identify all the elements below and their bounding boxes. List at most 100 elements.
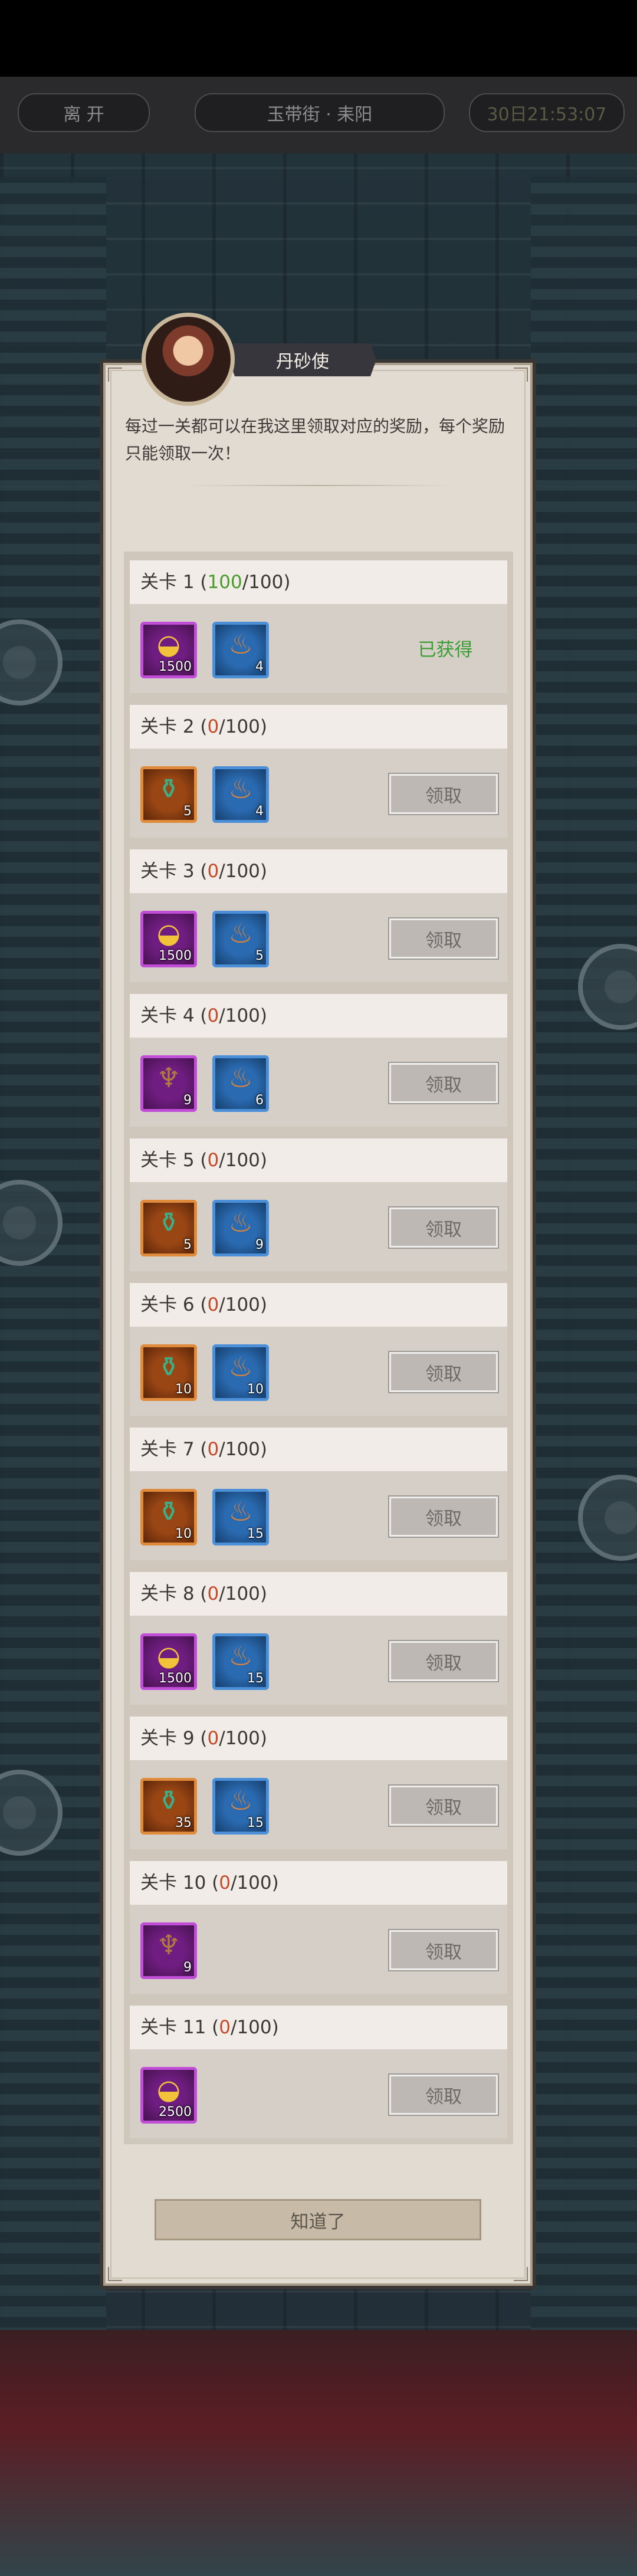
level-progress: 0: [207, 1005, 219, 1026]
reward-item[interactable]: ◒ 2500: [140, 2067, 197, 2124]
level-progress: 0: [207, 1439, 219, 1460]
reward-item[interactable]: ⚱ 35: [140, 1778, 197, 1835]
level-progress: 0: [207, 1583, 219, 1604]
pouch-icon: ♨: [228, 1062, 253, 1094]
level-progress: 0: [219, 1872, 231, 1894]
reward-item[interactable]: ♨ 10: [212, 1344, 269, 1401]
claim-button[interactable]: 领取: [389, 1930, 498, 1970]
level-card: 关卡 8 (0/100) ◒ 1500 ♨ 15 领取: [130, 1572, 507, 1705]
reward-item[interactable]: ♨ 9: [212, 1200, 269, 1256]
reward-quantity: 4: [255, 659, 264, 674]
pouch-icon: ♨: [228, 628, 253, 660]
incense-burner-icon: ♆: [156, 1929, 181, 1961]
reward-item[interactable]: ◒ 1500: [140, 1633, 197, 1690]
reward-item[interactable]: ◒ 1500: [140, 622, 197, 678]
gold-ingot-icon: ◒: [156, 917, 181, 949]
level-label: 关卡 11: [140, 2017, 206, 2038]
level-rewards: ♆ 9 领取: [130, 1905, 507, 1994]
reward-item[interactable]: ◒ 1500: [140, 911, 197, 967]
level-title: 关卡 7 (0/100): [130, 1428, 507, 1471]
claim-button[interactable]: 领取: [389, 1786, 498, 1826]
reward-item[interactable]: ♨ 15: [212, 1633, 269, 1690]
level-title: 关卡 2 (0/100): [130, 705, 507, 749]
claim-button[interactable]: 领取: [389, 1497, 498, 1537]
reward-quantity: 5: [255, 949, 264, 963]
background-courtyard: [0, 2330, 637, 2576]
level-card: 关卡 11 (0/100) ◒ 2500 领取: [130, 2006, 507, 2138]
level-rewards: ◒ 1500 ♨ 4 已获得: [130, 604, 507, 693]
level-title: 关卡 9 (0/100): [130, 1717, 507, 1760]
reward-item[interactable]: ♨ 4: [212, 766, 269, 823]
level-progress: 0: [207, 716, 219, 737]
level-card: 关卡 3 (0/100) ◒ 1500 ♨ 5 领取: [130, 849, 507, 982]
level-card: 关卡 7 (0/100) ⚱ 10 ♨ 15 领取: [130, 1428, 507, 1560]
claim-button[interactable]: 领取: [389, 2075, 498, 2115]
level-total: 100: [225, 1005, 260, 1026]
reward-item[interactable]: ⚱ 5: [140, 1200, 197, 1256]
reward-item[interactable]: ♨ 15: [212, 1778, 269, 1835]
level-total: 100: [225, 861, 260, 882]
level-label: 关卡 2: [140, 716, 195, 737]
pouch-icon: ♨: [228, 917, 253, 949]
level-title: 关卡 3 (0/100): [130, 849, 507, 893]
level-progress: 0: [207, 1150, 219, 1171]
reward-item[interactable]: ⚱ 10: [140, 1344, 197, 1401]
reward-quantity: 4: [255, 804, 264, 819]
level-rewards: ◒ 1500 ♨ 5 领取: [130, 893, 507, 982]
claim-button[interactable]: 领取: [389, 1063, 498, 1103]
level-label: 关卡 5: [140, 1150, 195, 1171]
claim-button[interactable]: 领取: [389, 774, 498, 814]
level-rewards: ⚱ 10 ♨ 15 领取: [130, 1471, 507, 1560]
claim-button[interactable]: 领取: [389, 918, 498, 959]
level-reward-list: 关卡 1 (100/100) ◒ 1500 ♨ 4 已获得 关卡 2 (0/100) ⚱ 5 ♨ 4…: [124, 552, 513, 2144]
level-card: 关卡 5 (0/100) ⚱ 5 ♨ 9 领取: [130, 1138, 507, 1271]
level-label: 关卡 7: [140, 1439, 195, 1460]
level-rewards: ◒ 1500 ♨ 15 领取: [130, 1616, 507, 1705]
level-title: 关卡 6 (0/100): [130, 1283, 507, 1327]
gold-ingot-icon: ◒: [156, 2073, 181, 2105]
reward-item[interactable]: ♨ 6: [212, 1055, 269, 1112]
incense-burner-icon: ♆: [156, 1062, 181, 1094]
gourd-icon: ⚱: [157, 1206, 180, 1238]
reward-item[interactable]: ♨ 4: [212, 622, 269, 678]
level-total: 100: [225, 1294, 260, 1315]
level-card: 关卡 6 (0/100) ⚱ 10 ♨ 10 领取: [130, 1283, 507, 1416]
pouch-icon: ♨: [228, 1495, 253, 1527]
claim-button[interactable]: 领取: [389, 1641, 498, 1681]
divider: [183, 485, 454, 486]
reward-quantity: 6: [255, 1093, 264, 1108]
reward-quantity: 10: [175, 1382, 192, 1397]
reward-quantity: 1500: [159, 949, 192, 963]
leave-button[interactable]: 离 开: [18, 93, 150, 132]
pouch-icon: ♨: [228, 773, 253, 805]
pouch-icon: ♨: [228, 1784, 253, 1816]
reward-item[interactable]: ♆ 9: [140, 1922, 197, 1979]
level-progress: 100: [207, 572, 242, 593]
npc-message: 每过一关都可以在我这里领取对应的奖励，每个奖励只能领取一次！: [125, 416, 505, 463]
reward-quantity: 10: [247, 1382, 264, 1397]
level-total: 100: [225, 1150, 260, 1171]
ok-button[interactable]: 知道了: [155, 2199, 481, 2240]
reward-item[interactable]: ♨ 5: [212, 911, 269, 967]
level-rewards: ♆ 9 ♨ 6 领取: [130, 1038, 507, 1127]
level-card: 关卡 4 (0/100) ♆ 9 ♨ 6 领取: [130, 994, 507, 1127]
gourd-icon: ⚱: [157, 773, 180, 805]
level-total: 100: [225, 716, 260, 737]
reward-quantity: 15: [247, 1527, 264, 1541]
claim-button[interactable]: 领取: [389, 1352, 498, 1392]
level-label: 关卡 6: [140, 1294, 195, 1315]
reward-item[interactable]: ♆ 9: [140, 1055, 197, 1112]
level-label: 关卡 1: [140, 572, 195, 593]
level-rewards: ⚱ 5 ♨ 4 领取: [130, 749, 507, 838]
level-total: 100: [248, 572, 284, 593]
claim-button[interactable]: 领取: [389, 1207, 498, 1248]
level-title: 关卡 4 (0/100): [130, 994, 507, 1038]
reward-item[interactable]: ⚱ 5: [140, 766, 197, 823]
level-card: 关卡 2 (0/100) ⚱ 5 ♨ 4 领取: [130, 705, 507, 838]
level-label: 关卡 9: [140, 1728, 195, 1749]
reward-quantity: 9: [183, 1960, 192, 1975]
reward-item[interactable]: ⚱ 10: [140, 1489, 197, 1545]
level-total: 100: [225, 1439, 260, 1460]
reward-item[interactable]: ♨ 15: [212, 1489, 269, 1545]
reward-quantity: 10: [175, 1527, 192, 1541]
